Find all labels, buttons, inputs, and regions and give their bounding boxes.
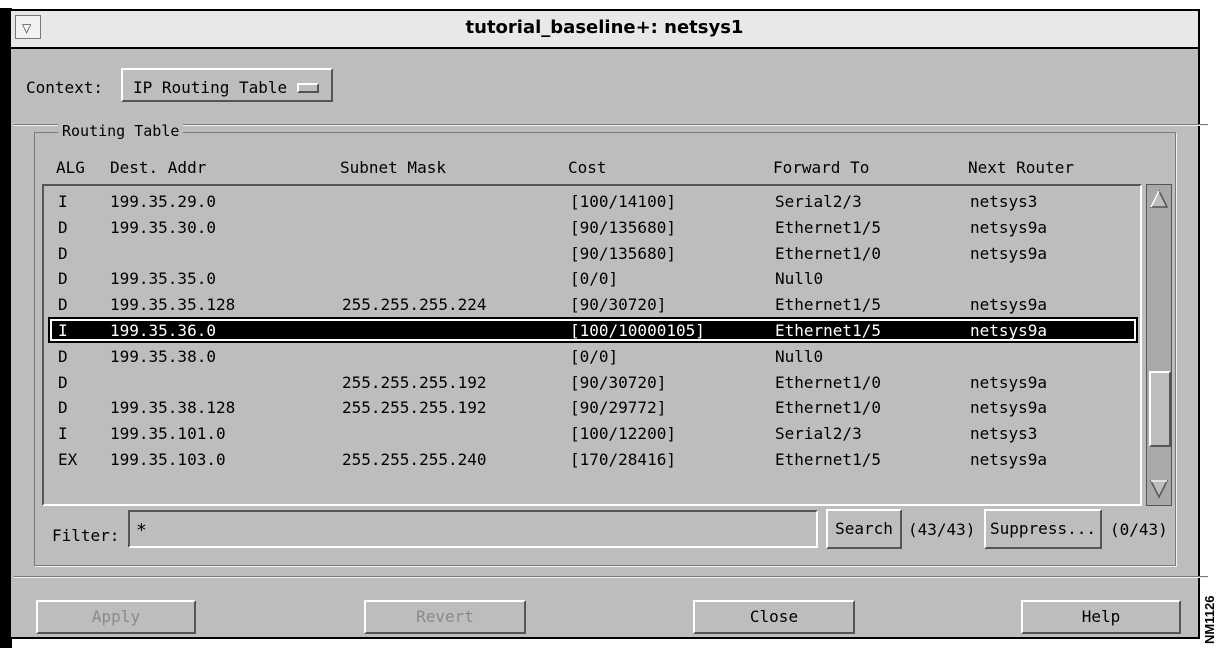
column-header-cost: Cost xyxy=(568,158,607,177)
cell-next: netsys3 xyxy=(970,192,1038,211)
cell-dest: 199.35.35.128 xyxy=(110,295,236,315)
revert-button[interactable]: Revert xyxy=(364,600,526,634)
routing-table-group-title: Routing Table xyxy=(58,122,184,140)
table-row[interactable]: I 199.35.101.0 [100/12200] Serial2/3 netsys3 xyxy=(48,420,1138,446)
table-row-selected[interactable]: I 199.35.36.0 [100/10000105] Ethernet1/5 net… xyxy=(48,317,1138,343)
column-header-next-router: Next Router xyxy=(968,158,1074,177)
cell-cost: [90/135680] xyxy=(570,243,676,263)
search-button[interactable]: Search xyxy=(826,509,902,549)
cell-next: netsys9a xyxy=(970,398,1048,418)
cell-cost: [90/29772] xyxy=(570,398,667,418)
cell-cost: [0/0] xyxy=(570,269,619,289)
context-selected-value: IP Routing Table xyxy=(133,78,288,97)
cell-dest: 199.35.36.0 xyxy=(110,321,216,340)
scroll-up-arrow-icon[interactable] xyxy=(1149,189,1169,209)
filter-label: Filter: xyxy=(52,526,120,545)
table-row[interactable]: D 199.35.30.0 [90/135680] Ethernet1/5 netsys… xyxy=(48,214,1138,240)
cell-cost: [100/10000105] xyxy=(570,321,705,340)
help-button[interactable]: Help xyxy=(1021,600,1181,634)
cell-fwd: Ethernet1/5 xyxy=(775,450,881,469)
suppress-button[interactable]: Suppress... xyxy=(984,509,1102,549)
cell-mask: 255.255.255.192 xyxy=(342,398,487,418)
cell-cost: [100/14100] xyxy=(570,192,676,211)
cell-cost: [90/30720] xyxy=(570,295,667,315)
vertical-scrollbar[interactable] xyxy=(1146,184,1172,506)
cell-dest: 199.35.29.0 xyxy=(110,192,216,211)
cell-dest: 199.35.38.0 xyxy=(110,346,216,366)
cell-alg: D xyxy=(58,243,68,263)
cell-fwd: Ethernet1/0 xyxy=(775,372,881,392)
cell-dest: 199.35.30.0 xyxy=(110,217,216,237)
table-row[interactable]: I 199.35.29.0 [100/14100] Serial2/3 netsys3 xyxy=(48,188,1138,214)
cell-dest: 199.35.101.0 xyxy=(110,424,226,444)
table-row[interactable]: D 199.35.35.0 [0/0] Null0 xyxy=(48,265,1138,291)
cell-cost: [100/12200] xyxy=(570,424,676,444)
column-header-alg: ALG xyxy=(56,158,85,177)
cell-mask: 255.255.255.224 xyxy=(342,295,487,315)
cell-fwd: Ethernet1/0 xyxy=(775,398,881,418)
search-count: (43/43) xyxy=(908,520,976,539)
suppress-count: (0/43) xyxy=(1110,520,1168,539)
column-header-subnet-mask: Subnet Mask xyxy=(340,158,446,177)
cell-next: netsys9a xyxy=(970,217,1048,237)
cell-dest: 199.35.35.0 xyxy=(110,269,216,289)
scroll-down-arrow-icon[interactable] xyxy=(1149,479,1169,499)
cell-alg: I xyxy=(58,424,68,444)
table-row[interactable]: D 255.255.255.192 [90/30720] Ethernet1/0 net… xyxy=(48,369,1138,395)
cell-alg: D xyxy=(58,398,68,418)
close-button[interactable]: Close xyxy=(693,600,855,634)
cell-next: netsys9a xyxy=(970,372,1048,392)
column-header-forward-to: Forward To xyxy=(773,158,870,177)
cell-fwd: Serial2/3 xyxy=(775,424,862,444)
context-label: Context: xyxy=(26,78,104,97)
cell-dest: 199.35.103.0 xyxy=(110,450,226,469)
filter-input[interactable]: * xyxy=(128,510,818,548)
separator xyxy=(14,124,1208,126)
cell-next: netsys9a xyxy=(970,450,1048,469)
cell-fwd: Ethernet1/0 xyxy=(775,243,881,263)
table-row[interactable]: EX 199.35.103.0 255.255.255.240 [170/28416]… xyxy=(48,446,1138,472)
cell-cost: [90/30720] xyxy=(570,372,667,392)
option-menu-indicator-icon xyxy=(297,83,319,93)
cell-alg: D xyxy=(58,346,68,366)
cell-next: netsys9a xyxy=(970,243,1048,263)
window-title: tutorial_baseline+: netsys1 xyxy=(465,17,744,38)
cell-alg: EX xyxy=(58,450,78,469)
cell-alg: D xyxy=(58,269,68,289)
cell-fwd: Ethernet1/5 xyxy=(775,295,881,315)
cell-fwd: Ethernet1/5 xyxy=(775,321,881,340)
column-header-dest-addr: Dest. Addr xyxy=(110,158,207,177)
table-row[interactable]: D 199.35.38.0 [0/0] Null0 xyxy=(48,343,1138,369)
separator xyxy=(14,576,1208,578)
cell-next: netsys9a xyxy=(970,321,1048,340)
cell-cost: [90/135680] xyxy=(570,217,676,237)
cell-mask: 255.255.255.192 xyxy=(342,372,487,392)
cell-cost: [170/28416] xyxy=(570,450,676,469)
table-row[interactable]: D 199.35.35.128 255.255.255.224 [90/30720] E… xyxy=(48,291,1138,317)
table-row[interactable]: D [90/135680] Ethernet1/0 netsys9a xyxy=(48,240,1138,266)
cell-next: netsys9a xyxy=(970,295,1048,315)
cell-alg: I xyxy=(58,321,68,340)
cell-alg: I xyxy=(58,192,68,211)
cell-dest: 199.35.38.128 xyxy=(110,398,236,418)
cell-fwd: Null0 xyxy=(775,346,824,366)
title-bar[interactable]: ▽ tutorial_baseline+: netsys1 xyxy=(11,11,1198,49)
cell-fwd: Null0 xyxy=(775,269,824,289)
cell-fwd: Ethernet1/5 xyxy=(775,217,881,237)
cell-cost: [0/0] xyxy=(570,346,619,366)
routing-table-list[interactable]: I 199.35.29.0 [100/14100] Serial2/3 netsys3 D… xyxy=(42,184,1142,506)
cell-alg: D xyxy=(58,372,68,392)
cell-fwd: Serial2/3 xyxy=(775,192,862,211)
cell-alg: D xyxy=(58,295,68,315)
table-row[interactable]: D 199.35.38.128 255.255.255.192 [90/29772] E… xyxy=(48,394,1138,420)
cell-alg: D xyxy=(58,217,68,237)
cell-mask: 255.255.255.240 xyxy=(342,450,487,469)
filter-value: * xyxy=(136,520,147,541)
context-option-menu[interactable]: IP Routing Table xyxy=(121,68,333,102)
apply-button[interactable]: Apply xyxy=(36,600,196,634)
figure-id-label: NM1126 xyxy=(1202,595,1217,644)
scrollbar-thumb[interactable] xyxy=(1149,371,1171,447)
cell-next: netsys3 xyxy=(970,424,1038,444)
